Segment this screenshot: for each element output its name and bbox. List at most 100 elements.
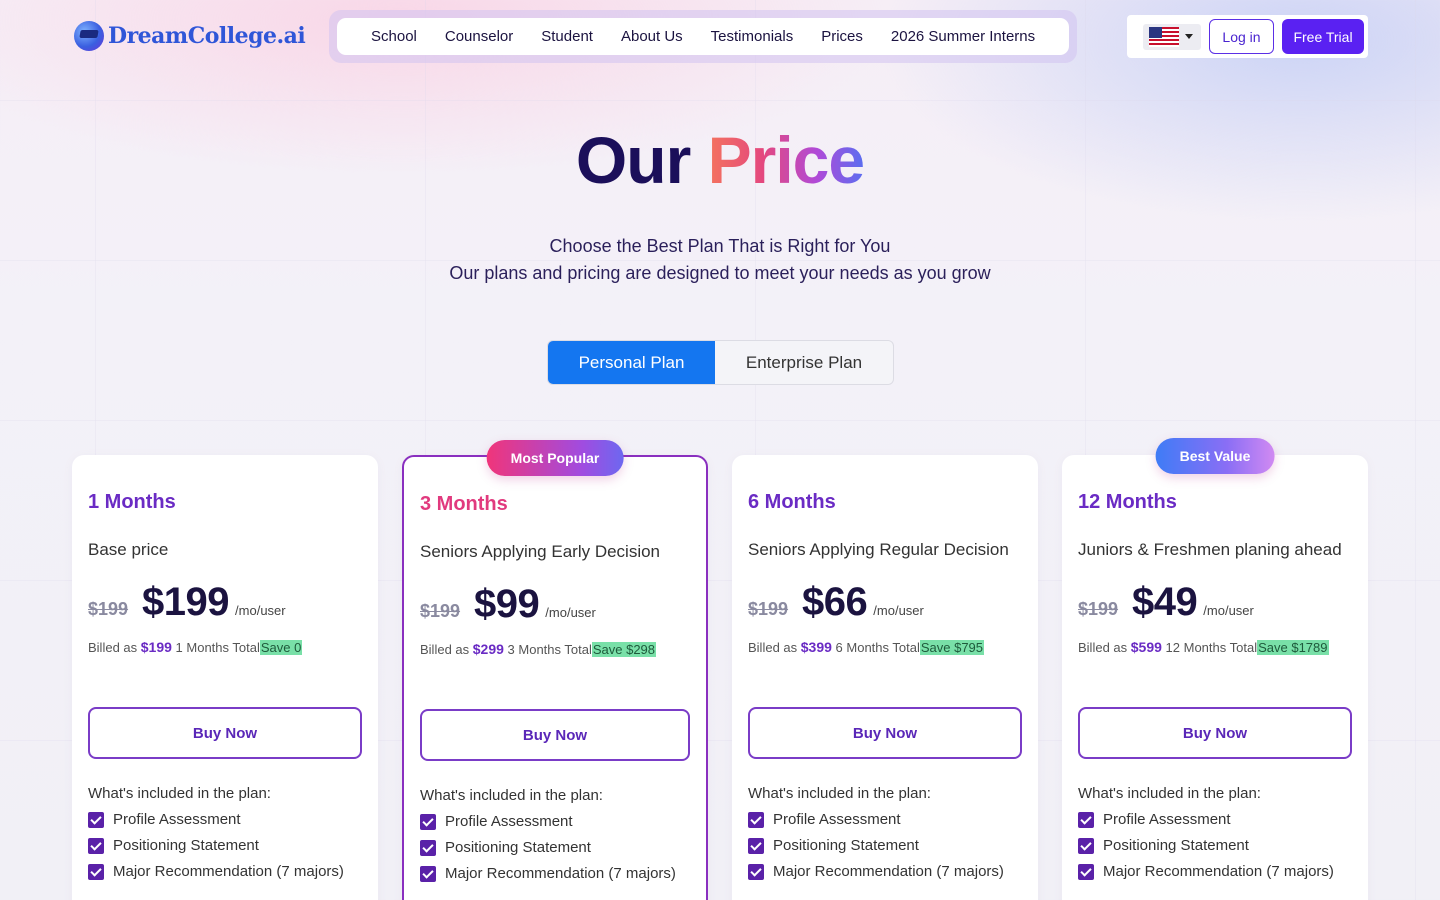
price-row: $199 $199 /mo/user [88, 580, 362, 625]
nav-school[interactable]: School [371, 28, 417, 45]
nav-prices[interactable]: Prices [821, 28, 863, 45]
page-title: Our Price [0, 122, 1440, 198]
page-subtitle: Choose the Best Plan That is Right for Y… [0, 233, 1440, 287]
buy-now-button[interactable]: Buy Now [748, 707, 1022, 759]
billed-amount: $399 [800, 639, 832, 655]
billed-amount: $199 [140, 639, 172, 655]
included-title: What's included in the plan: [420, 787, 603, 804]
old-price: $199 [748, 599, 789, 619]
checkbox-checked-icon [1078, 837, 1094, 854]
billed-prefix: Billed as [1078, 640, 1128, 655]
nav-testimonials[interactable]: Testimonials [711, 28, 794, 45]
auth-area: Log in Free Trial [1127, 15, 1368, 58]
chevron-down-icon [1185, 34, 1193, 39]
feature-item: Major Recommendation (7 majors) [1078, 863, 1352, 880]
feature-item: Profile Assessment [88, 811, 362, 828]
save-badge: Save $298 [591, 642, 657, 657]
title-part-1: Our [575, 123, 691, 197]
checkbox-checked-icon [748, 837, 764, 854]
save-badge: Save $795 [919, 640, 985, 655]
billing-info: Billed as $199 1 Months TotalSave 0 [88, 639, 362, 655]
billed-suffix: 6 Months Total [835, 640, 920, 655]
nav-student[interactable]: Student [541, 28, 593, 45]
old-price: $199 [88, 599, 129, 619]
current-price: $199 [142, 580, 230, 624]
billed-suffix: 3 Months Total [507, 642, 592, 657]
feature-label: Positioning Statement [113, 837, 259, 854]
included-title: What's included in the plan: [88, 785, 271, 802]
billing-info: Billed as $299 3 Months TotalSave $298 [420, 641, 690, 657]
plan-name: 12 Months [1078, 491, 1177, 513]
save-badge: Save $1789 [1257, 640, 1329, 655]
billed-prefix: Billed as [748, 640, 798, 655]
login-button[interactable]: Log in [1209, 19, 1274, 54]
save-badge: Save 0 [259, 640, 303, 655]
graduation-cap-logo-icon [74, 21, 104, 51]
feature-item: Profile Assessment [1078, 811, 1352, 828]
feature-item: Positioning Statement [420, 839, 690, 856]
subtitle-line-1: Choose the Best Plan That is Right for Y… [549, 236, 891, 256]
feature-label: Major Recommendation (7 majors) [445, 865, 676, 882]
billed-prefix: Billed as [420, 642, 470, 657]
logo[interactable]: DreamCollege.ai [74, 21, 306, 51]
feature-item: Major Recommendation (7 majors) [420, 865, 690, 882]
feature-label: Major Recommendation (7 majors) [1103, 863, 1334, 880]
price-row: $199 $66 /mo/user [748, 580, 1022, 625]
old-price: $199 [420, 601, 461, 621]
price-unit: /mo/user [235, 603, 286, 618]
feature-item: Profile Assessment [748, 811, 1022, 828]
checkbox-checked-icon [420, 839, 436, 856]
main-nav: School Counselor Student About Us Testim… [329, 10, 1077, 63]
feature-label: Profile Assessment [113, 811, 241, 828]
billing-info: Billed as $599 12 Months TotalSave $1789 [1078, 639, 1352, 655]
subtitle-line-2: Our plans and pricing are designed to me… [449, 263, 991, 283]
plan-name: 1 Months [88, 491, 176, 513]
billed-suffix: 1 Months Total [175, 640, 260, 655]
feature-label: Profile Assessment [445, 813, 573, 830]
feature-label: Profile Assessment [1103, 811, 1231, 828]
feature-label: Major Recommendation (7 majors) [773, 863, 1004, 880]
current-price: $66 [802, 580, 868, 624]
checkbox-checked-icon [420, 865, 436, 882]
price-row: $199 $99 /mo/user [420, 582, 690, 627]
plan-name: 3 Months [420, 493, 508, 515]
tab-personal-plan[interactable]: Personal Plan [548, 341, 715, 384]
buy-now-button[interactable]: Buy Now [1078, 707, 1352, 759]
feature-item: Major Recommendation (7 majors) [748, 863, 1022, 880]
price-row: $199 $49 /mo/user [1078, 580, 1352, 625]
plan-description: Seniors Applying Early Decision [420, 542, 661, 561]
billing-info: Billed as $399 6 Months TotalSave $795 [748, 639, 1022, 655]
feature-label: Major Recommendation (7 majors) [113, 863, 344, 880]
current-price: $99 [474, 582, 540, 626]
feature-label: Positioning Statement [1103, 837, 1249, 854]
feature-label: Positioning Statement [445, 839, 591, 856]
buy-now-button[interactable]: Buy Now [420, 709, 690, 761]
title-part-2: Price [707, 123, 865, 197]
nav-about-us[interactable]: About Us [621, 28, 683, 45]
feature-label: Profile Assessment [773, 811, 901, 828]
nav-summer-interns[interactable]: 2026 Summer Interns [891, 28, 1035, 45]
old-price: $199 [1078, 599, 1119, 619]
best-value-badge: Best Value [1155, 438, 1275, 474]
feature-item: Positioning Statement [1078, 837, 1352, 854]
price-unit: /mo/user [873, 603, 924, 618]
feature-item: Positioning Statement [748, 837, 1022, 854]
plan-card-1-months: 1 Months Base price $199 $199 /mo/user B… [72, 455, 378, 900]
included-title: What's included in the plan: [1078, 785, 1261, 802]
current-price: $49 [1132, 580, 1198, 624]
language-selector[interactable] [1143, 23, 1201, 50]
feature-item: Profile Assessment [420, 813, 690, 830]
price-unit: /mo/user [545, 605, 596, 620]
checkbox-checked-icon [1078, 811, 1094, 828]
us-flag-icon [1149, 26, 1179, 47]
feature-item: Positioning Statement [88, 837, 362, 854]
tab-enterprise-plan[interactable]: Enterprise Plan [715, 341, 893, 384]
billed-prefix: Billed as [88, 640, 138, 655]
plan-description: Base price [88, 540, 169, 559]
buy-now-button[interactable]: Buy Now [88, 707, 362, 759]
plan-name: 6 Months [748, 491, 836, 513]
plan-description: Seniors Applying Regular Decision [748, 540, 1009, 559]
nav-counselor[interactable]: Counselor [445, 28, 513, 45]
free-trial-button[interactable]: Free Trial [1282, 19, 1364, 54]
checkbox-checked-icon [88, 863, 104, 880]
